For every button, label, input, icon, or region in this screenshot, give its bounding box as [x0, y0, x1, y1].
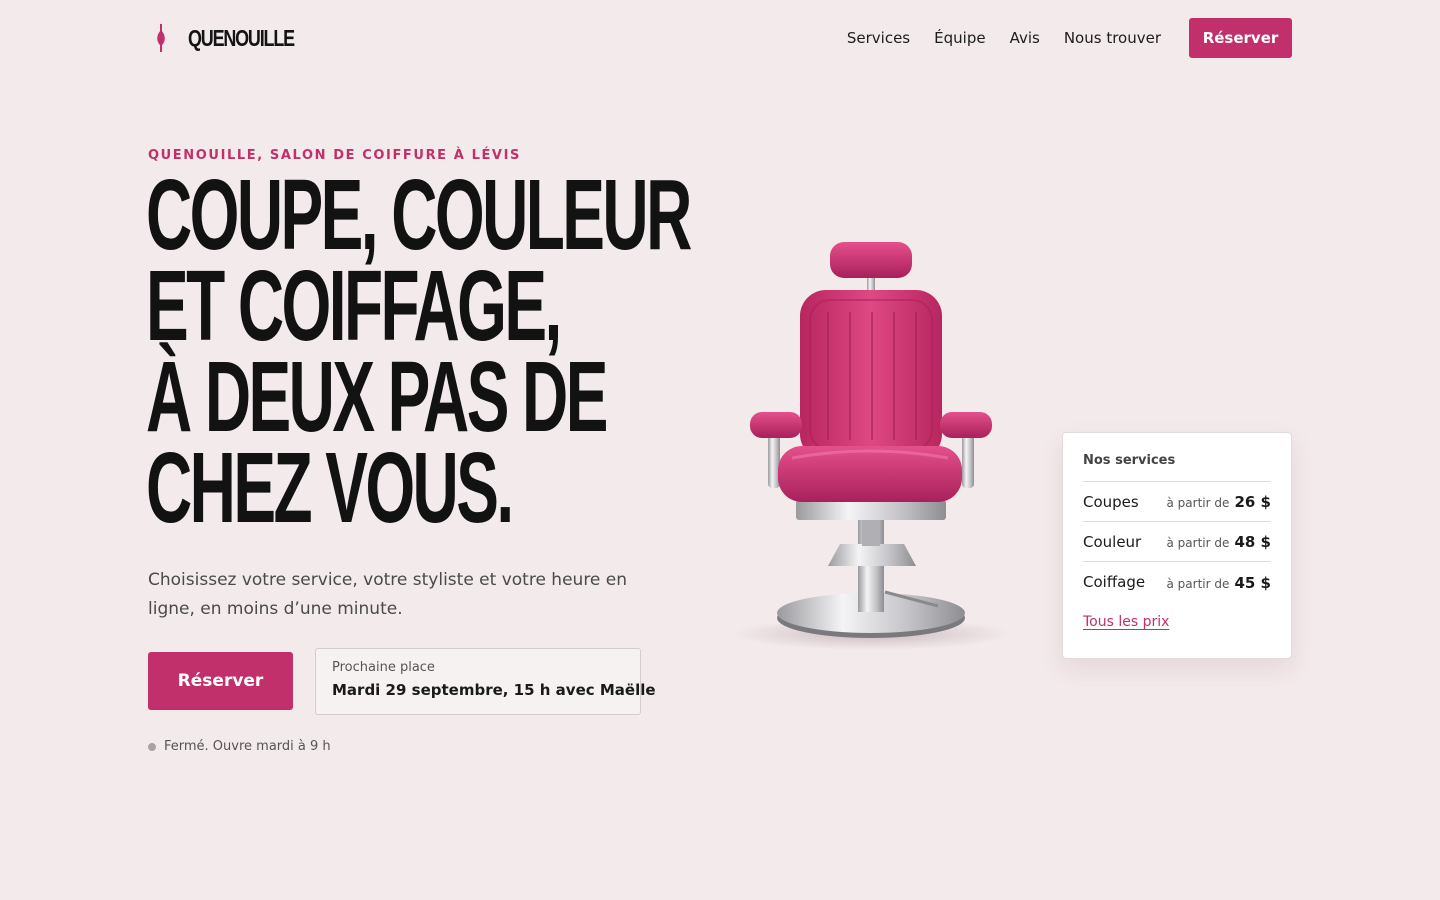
service-price-amount: 26 $: [1234, 493, 1271, 511]
header-reserve-button[interactable]: Réserver: [1189, 18, 1292, 58]
headline-line: COUPE, COULEUR: [146, 159, 692, 271]
hero-subtitle: Choisissez votre service, votre styliste…: [148, 570, 628, 619]
services-card-title: Nos services: [1083, 453, 1271, 482]
next-slot-value: Mardi 29 septembre, 15 h avec Maëlle: [332, 681, 656, 699]
service-name: Couleur: [1083, 532, 1142, 551]
main-nav: Services Équipe Avis Nous trouver Réserv…: [847, 18, 1292, 58]
service-name: Coiffage: [1083, 573, 1146, 591]
spindle-icon: [157, 24, 165, 52]
hero-reserve-button[interactable]: Réserver: [148, 652, 293, 710]
logo[interactable]: QUENOUILLE: [148, 22, 324, 54]
salon-chair-icon: [732, 242, 1012, 650]
service-row: Coiffage à partir de 45 $: [1083, 562, 1271, 602]
nav-link-nous-trouver[interactable]: Nous trouver: [1064, 18, 1161, 58]
opening-status: Fermé. Ouvre mardi à 9 h: [148, 739, 331, 754]
nav-link-equipe[interactable]: Équipe: [934, 18, 985, 58]
headline-line: ET COIFFAGE,: [146, 250, 562, 362]
service-price: à partir de 48 $: [1167, 532, 1272, 551]
service-price-amount: 48 $: [1234, 533, 1271, 551]
next-slot-box[interactable]: Prochaine place Mardi 29 septembre, 15 h…: [315, 648, 656, 715]
service-name: Coupes: [1083, 492, 1139, 511]
site-header: QUENOUILLE Services Équipe Avis Nous tro…: [0, 0, 1440, 76]
service-price-prefix: à partir de: [1166, 536, 1230, 550]
status-dot-icon: [148, 742, 156, 751]
headline-line: À DEUX PAS DE: [146, 341, 608, 453]
logo-text: QUENOUILLE: [188, 25, 295, 51]
service-price-prefix: à partir de: [1166, 496, 1230, 510]
nav-link-avis[interactable]: Avis: [1010, 18, 1040, 58]
nav-link-services[interactable]: Services: [847, 18, 910, 58]
service-price-amount: 45 $: [1234, 573, 1271, 592]
next-slot-label: Prochaine place: [332, 660, 435, 675]
services-card: Nos services Coupes à partir de 26 $ Cou…: [1062, 432, 1292, 659]
status-text: Fermé. Ouvre mardi à 9 h: [164, 739, 331, 754]
service-row: Coupes à partir de 26 $: [1083, 482, 1271, 522]
headline-line: CHEZ VOUS.: [146, 432, 514, 544]
service-price-prefix: à partir de: [1166, 576, 1230, 591]
all-prices-link[interactable]: Tous les prix: [1083, 614, 1169, 630]
hero-headline: COUPE, COULEUR ET COIFFAGE, À DEUX PAS D…: [146, 159, 692, 544]
service-row: Couleur à partir de 48 $: [1083, 522, 1271, 562]
service-price: à partir de 45 $: [1167, 573, 1272, 592]
service-price: à partir de 26 $: [1167, 492, 1272, 511]
